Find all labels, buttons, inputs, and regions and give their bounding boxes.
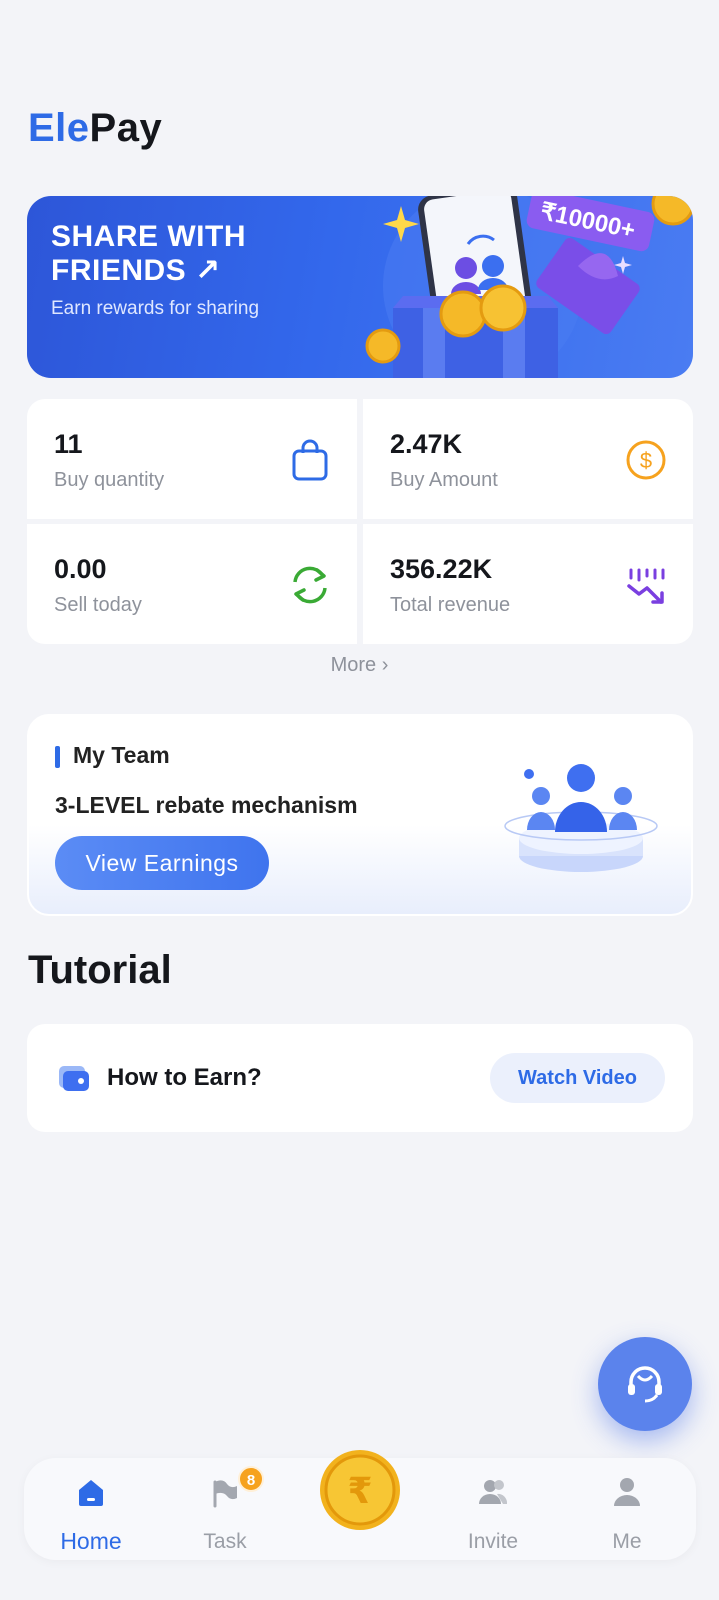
stat-value: 2.47K [390,429,463,459]
stat-sell-today[interactable]: 0.00 Sell today [27,524,357,644]
how-to-earn-label: How to Earn? [107,1064,262,1091]
stat-label: Buy quantity [54,469,165,491]
stat-buy-quantity[interactable]: 11 Buy quantity [27,399,357,519]
users-icon [479,1480,508,1504]
headset-icon [628,1366,662,1403]
refresh-icon [293,566,327,604]
stat-total-revenue[interactable]: 356.22K Total revenue [363,524,693,644]
banner-title-line2: FRIENDS ↗ [51,254,221,287]
stat-label: Sell today [54,594,142,616]
stat-label: Total revenue [390,594,511,616]
more-link[interactable]: More › [0,654,719,677]
wallet-icon [59,1066,89,1091]
rupee-coin-icon[interactable]: ₹ [318,1448,402,1532]
shopping-bag-icon [292,439,328,481]
my-team-card[interactable]: My Team 3-LEVEL rebate mechanism View Ea… [27,714,693,916]
trending-down-icon [627,568,665,604]
banner-title-line1: SHARE WITH [51,220,246,253]
user-icon [614,1478,640,1506]
team-illustration [504,764,658,872]
nav-label: Home [60,1528,122,1554]
svg-text:$: $ [640,448,652,473]
banner-title: SHARE WITH FRIENDS ↗ [51,220,246,288]
logo-part-pay: Pay [89,106,163,150]
nav-label: Me [612,1530,642,1553]
logo-part-ele: Ele [28,106,90,150]
team-heading: My Team [73,742,170,768]
dollar-coin-icon: $ [626,440,666,480]
nav-invite[interactable]: Invite [438,1458,548,1560]
customer-support-button[interactable] [598,1337,692,1431]
how-to-earn-card[interactable]: How to Earn? Watch Video [27,1024,693,1132]
nav-task[interactable]: 8 Task [170,1458,280,1560]
stat-value: 0.00 [54,554,107,584]
flag-icon [213,1480,237,1508]
tutorial-heading: Tutorial [28,948,172,992]
stat-label: Buy Amount [390,469,498,491]
nav-home[interactable]: Home [36,1458,146,1560]
svg-text:₹: ₹ [347,1471,372,1512]
task-count-badge: 8 [238,1466,264,1492]
share-banner[interactable]: SHARE WITH FRIENDS ↗ Earn rewards for sh… [27,196,693,378]
stat-value: 356.22K [390,554,493,584]
stat-buy-amount[interactable]: 2.47K Buy Amount $ [363,399,693,519]
more-label: More [330,654,377,676]
bottom-navigation: Home 8 Task ₹ Invite Me [24,1450,696,1560]
team-description: 3-LEVEL rebate mechanism [55,792,358,818]
gift-box-illustration: ₹10000+ [365,196,693,378]
watch-video-button[interactable]: Watch Video [490,1053,665,1103]
nav-label: Invite [467,1530,519,1553]
nav-me[interactable]: Me [572,1458,682,1560]
home-icon [79,1480,103,1506]
section-accent-bar [55,746,60,768]
stat-value: 11 [54,429,83,459]
banner-subtitle: Earn rewards for sharing [51,298,260,319]
chevron-right-icon: › [381,654,389,676]
view-earnings-button[interactable]: View Earnings [55,836,269,890]
app-logo: ElePay [28,106,162,151]
nav-label: Task [203,1530,247,1553]
